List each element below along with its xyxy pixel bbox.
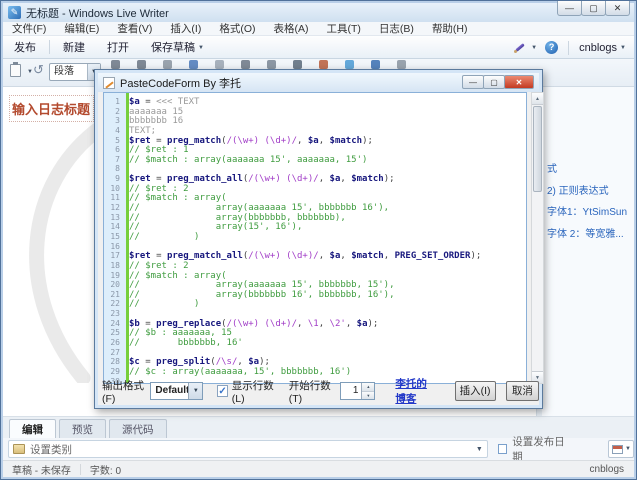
code-line: 29// $c : array(aaaaaaa, 15', bbbbbbb, 1… [104,364,526,374]
toolbar-separator [568,41,569,55]
window-title: 无标题 - Windows Live Writer [26,5,169,21]
calendar-icon [612,445,623,454]
dialog-icon [103,77,115,89]
show-line-numbers-label: 显示行数(L) [232,378,275,405]
save-draft-button[interactable]: 保存草稿▼ [140,39,215,55]
code-line: 24$b = preg_replace(/(\w+) (\d+)/, \1, \… [104,316,526,326]
code-line: 9$ret = preg_match_all(/(\w+) (\d+)/, $a… [104,171,526,181]
code-line: 20// array(aaaaaaa 15', bbbbbbb, 15'), [104,277,526,287]
show-line-numbers-checkbox[interactable]: ✓ [217,385,227,397]
word-count: 字数: 0 [81,462,130,477]
sidebar-link-3[interactable]: 字体 2：等宽雅... [547,224,632,246]
chevron-down-icon: ▼ [625,446,631,452]
start-line-label: 开始行数(T) [289,378,332,405]
status-bar: 草稿 - 未保存 字数: 0 cnblogs [3,460,634,477]
tag-icon [13,444,25,454]
menu-item-0[interactable]: 文件(F) [3,21,55,36]
minimize-button[interactable]: — [557,1,582,16]
caret-down-icon: ▼ [620,45,626,51]
scroll-up-icon[interactable]: ▲ [532,93,543,105]
category-dropdown[interactable]: 设置类别 ▼ [8,440,488,458]
menu-item-6[interactable]: 工具(T) [318,21,370,36]
menu-item-3[interactable]: 插入(I) [161,21,210,36]
sidebar-link-0[interactable]: 式 [547,159,632,181]
code-line: 15// ) [104,229,526,239]
code-line: 17$ret = preg_match_all(/(\w+) (\d+)/, $… [104,248,526,258]
paste-code-dialog: PasteCodeForm By 李托 — ▢ ✕ 1$a = <<< TEXT… [94,69,543,409]
help-icon[interactable]: ? [545,41,558,54]
chevron-down-icon: ▼ [188,383,202,399]
category-label: 设置类别 [30,442,72,457]
sidebar-link-2[interactable]: 字体1：YtSimSun [547,202,632,224]
account-selector[interactable]: cnblogs▼ [571,42,626,54]
code-scrollbar[interactable]: ▲ ▼ [531,92,544,384]
output-format-dropdown[interactable]: Default▼ [150,382,203,400]
menu-item-8[interactable]: 帮助(H) [423,21,477,36]
code-line: 11// $match : array( [104,190,526,200]
right-sidebar: 式2) 正则表达式字体1：YtSimSun字体 2：等宽雅... [542,87,634,416]
menu-item-2[interactable]: 查看(V) [108,21,161,36]
code-line: 13// array(bbbbbbb, bbbbbbb), [104,210,526,220]
open-button[interactable]: 打开 [96,39,140,55]
windows-live-writer-window: ✎ 无标题 - Windows Live Writer — ▢ ✕ 文件(F)编… [0,0,637,480]
maximize-button[interactable]: ▢ [581,1,606,16]
title-bar: ✎ 无标题 - Windows Live Writer — ▢ ✕ [3,3,634,22]
cancel-button[interactable]: 取消 [506,381,539,401]
menu-item-1[interactable]: 编辑(E) [55,21,108,36]
dialog-minimize-button[interactable]: — [462,75,484,89]
post-options-row: 设置类别 ▼ 设置发布日期 ▼ [3,438,634,460]
code-line: 28$c = preg_split(/\s/, $a); [104,354,526,364]
output-format-label: 输出格式(F) [102,378,145,405]
dialog-title-bar[interactable]: PasteCodeForm By 李托 — ▢ ✕ [98,73,539,92]
code-line: 5$ret = preg_match(/(\w+) (\d+)/, $a, $m… [104,133,526,143]
code-line: 2aaaaaaa 15 [104,104,526,114]
sidebar-list: 式2) 正则表达式字体1：YtSimSun字体 2：等宽雅... [547,159,632,245]
code-line: 26// bbbbbbb, 16' [104,335,526,345]
app-icon: ✎ [8,6,21,19]
caret-down-icon[interactable]: ▼ [531,45,537,51]
formatting-icons-strip [111,60,406,69]
publish-date-checkbox[interactable] [498,444,508,454]
brush-icon[interactable] [513,41,526,54]
dialog-maximize-button[interactable]: ▢ [483,75,505,89]
new-button[interactable]: 新建 [52,39,96,55]
menu-item-5[interactable]: 表格(A) [265,21,318,36]
dialog-title: PasteCodeForm By 李托 [120,75,241,91]
code-lines: 1$a = <<< TEXT2aaaaaaa 153bbbbbbb 164TEX… [104,94,526,383]
menu-item-7[interactable]: 日志(B) [370,21,423,36]
code-line: 21// array(bbbbbbb 16', bbbbbbb, 16'), [104,287,526,297]
post-title-placeholder[interactable]: 输入日志标题 [9,95,94,122]
code-line: 19// $match : array( [104,268,526,278]
code-line: 7// $match : array(aaaaaaa 15', aaaaaaa,… [104,152,526,162]
toolbar-separator [49,40,50,54]
draft-status: 草稿 - 未保存 [3,462,80,477]
start-line-stepper[interactable]: 1 ▲▼ [340,382,375,400]
spin-up-icon[interactable]: ▲ [362,383,374,391]
author-blog-link[interactable]: 李托的博客 [395,376,436,406]
spin-down-icon[interactable]: ▼ [362,391,374,399]
close-button[interactable]: ✕ [605,1,630,16]
scrollbar-thumb[interactable] [533,106,542,192]
main-toolbar: 发布 新建 打开 保存草稿▼ ▼ ? cnblogs▼ [3,36,634,59]
code-line: 1$a = <<< TEXT [104,94,526,104]
status-account: cnblogs [590,464,634,475]
publish-button[interactable]: 发布 [3,39,47,55]
caret-down-icon: ▼ [198,45,204,51]
insert-button[interactable]: 插入(I) [455,381,496,401]
code-preview[interactable]: 1$a = <<< TEXT2aaaaaaa 153bbbbbbb 164TEX… [103,92,527,384]
chevron-down-icon: ▼ [476,446,483,453]
code-line: 12// array(aaaaaaa 15', bbbbbbb 16'), [104,200,526,210]
sidebar-link-1[interactable]: 2) 正则表达式 [547,181,632,203]
clipboard-icon[interactable] [10,64,21,77]
menu-item-4[interactable]: 格式(O) [210,21,264,36]
code-line: 3bbbbbbb 16 [104,113,526,123]
date-picker-button[interactable]: ▼ [608,440,634,458]
menu-bar: 文件(F)编辑(E)查看(V)插入(I)格式(O)表格(A)工具(T)日志(B)… [3,22,634,36]
dialog-close-button[interactable]: ✕ [504,75,534,89]
undo-icon[interactable]: ↺ [33,62,44,78]
dialog-footer: 输出格式(F) Default▼ ✓ 显示行数(L) 开始行数(T) 1 ▲▼ … [98,377,539,405]
